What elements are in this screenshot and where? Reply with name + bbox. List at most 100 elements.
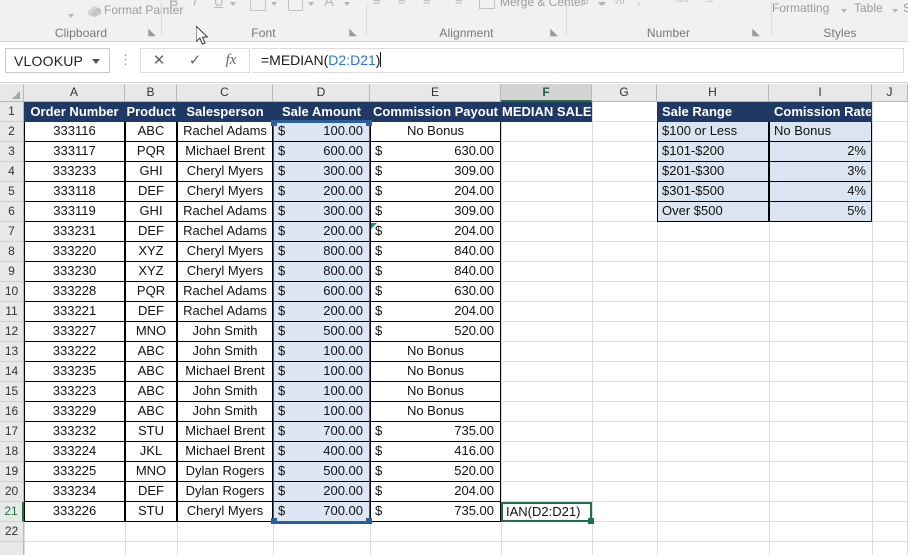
cell-order-number[interactable]: 333229 bbox=[24, 402, 125, 422]
cell-product[interactable]: MNO bbox=[125, 322, 177, 342]
column-header-e[interactable]: E bbox=[370, 84, 501, 102]
cell-commission-payout[interactable]: $520.00 bbox=[370, 462, 501, 482]
cell-product[interactable]: DEF bbox=[125, 222, 177, 242]
select-all-corner[interactable] bbox=[0, 84, 24, 102]
borders-icon[interactable] bbox=[250, 0, 266, 11]
cell-product[interactable]: ABC bbox=[125, 382, 177, 402]
insert-function-icon[interactable]: fx bbox=[213, 49, 249, 72]
cell-product[interactable]: GHI bbox=[125, 202, 177, 222]
cell-salesperson[interactable]: Cheryl Myers bbox=[177, 182, 273, 202]
column-header-j[interactable]: J bbox=[872, 84, 908, 102]
formula-bar-drag-handle[interactable]: ⋮ bbox=[119, 50, 132, 70]
cell-order-number[interactable]: 333222 bbox=[24, 342, 125, 362]
cell-sale-amount[interactable]: $200.00 bbox=[273, 482, 370, 502]
error-indicator-icon[interactable] bbox=[371, 223, 377, 229]
cell-order-number[interactable]: 333233 bbox=[24, 162, 125, 182]
borders-caret-icon[interactable] bbox=[271, 2, 277, 6]
row-header-17[interactable]: 17 bbox=[0, 422, 24, 442]
format-painter-icon[interactable] bbox=[88, 6, 101, 17]
cell-product[interactable]: JKL bbox=[125, 442, 177, 462]
cell-product[interactable]: DEF bbox=[125, 182, 177, 202]
cell-commission-payout[interactable]: $630.00 bbox=[370, 142, 501, 162]
cell-salesperson[interactable]: John Smith bbox=[177, 402, 273, 422]
cell-product[interactable]: PQR bbox=[125, 142, 177, 162]
cell-sale-amount[interactable]: $200.00 bbox=[273, 222, 370, 242]
cell-commission-payout[interactable]: $840.00 bbox=[370, 262, 501, 282]
table-header-c[interactable]: Salesperson bbox=[177, 102, 273, 122]
cell-salesperson[interactable]: Cheryl Myers bbox=[177, 162, 273, 182]
table-header-e[interactable]: Commission Payout bbox=[370, 102, 501, 122]
lookup-cell-sale-range[interactable]: Over $500 bbox=[657, 202, 769, 222]
cell-sale-amount[interactable]: $500.00 bbox=[273, 322, 370, 342]
format-as-table-button[interactable]: Table bbox=[854, 1, 883, 15]
cell-salesperson[interactable]: Rachel Adams bbox=[177, 302, 273, 322]
confirm-edit-icon[interactable]: ✓ bbox=[177, 49, 213, 72]
cell-commission-payout[interactable]: $630.00 bbox=[370, 282, 501, 302]
cancel-edit-icon[interactable]: ✕ bbox=[141, 49, 177, 72]
row-header-19[interactable]: 19 bbox=[0, 462, 24, 482]
row-header-4[interactable]: 4 bbox=[0, 162, 24, 182]
cell-sale-amount[interactable]: $800.00 bbox=[273, 262, 370, 282]
cell-product[interactable]: STU bbox=[125, 422, 177, 442]
row-header-3[interactable]: 3 bbox=[0, 142, 24, 162]
cell-sale-amount[interactable]: $700.00 bbox=[273, 502, 370, 522]
row-header-13[interactable]: 13 bbox=[0, 342, 24, 362]
row-header-5[interactable]: 5 bbox=[0, 182, 24, 202]
cell-order-number[interactable]: 333223 bbox=[24, 382, 125, 402]
cell-salesperson[interactable]: John Smith bbox=[177, 322, 273, 342]
cell-order-number[interactable]: 333119 bbox=[24, 202, 125, 222]
cell-sale-amount[interactable]: $100.00 bbox=[273, 402, 370, 422]
column-header-i[interactable]: I bbox=[769, 84, 872, 102]
cell-order-number[interactable]: 333235 bbox=[24, 362, 125, 382]
table-header-d[interactable]: Sale Amount bbox=[273, 102, 370, 122]
table-caret-icon[interactable] bbox=[892, 9, 898, 13]
cell-commission-payout[interactable]: $416.00 bbox=[370, 442, 501, 462]
cell-commission-payout[interactable]: $735.00 bbox=[370, 502, 501, 522]
cell-commission-payout[interactable]: No Bonus bbox=[370, 342, 501, 362]
cell-commission-payout[interactable]: No Bonus bbox=[370, 382, 501, 402]
cell-sale-amount[interactable]: $400.00 bbox=[273, 442, 370, 462]
underline-button[interactable]: U bbox=[214, 0, 223, 9]
cell-salesperson[interactable]: Michael Brent bbox=[177, 422, 273, 442]
currency-format-button[interactable]: $ bbox=[581, 0, 588, 7]
cell-sale-amount[interactable]: $600.00 bbox=[273, 282, 370, 302]
cell-commission-payout[interactable]: $309.00 bbox=[370, 202, 501, 222]
cell-sale-amount[interactable]: $100.00 bbox=[273, 362, 370, 382]
cell-order-number[interactable]: 333231 bbox=[24, 222, 125, 242]
align-left-icon[interactable]: ≡ bbox=[373, 0, 381, 8]
percent-format-button[interactable]: % bbox=[613, 0, 625, 7]
cell-order-number[interactable]: 333220 bbox=[24, 242, 125, 262]
cell-order-number[interactable]: 333225 bbox=[24, 462, 125, 482]
column-header-g[interactable]: G bbox=[592, 84, 657, 102]
italic-button[interactable]: I bbox=[193, 0, 197, 9]
cell-salesperson[interactable]: Michael Brent bbox=[177, 442, 273, 462]
lookup-cell-sale-range[interactable]: $301-$500 bbox=[657, 182, 769, 202]
table-header-f[interactable]: MEDIAN SALE bbox=[501, 102, 592, 122]
cell-sale-amount[interactable]: $800.00 bbox=[273, 242, 370, 262]
clipboard-more-caret-icon[interactable] bbox=[68, 14, 74, 18]
row-header-23[interactable] bbox=[0, 542, 24, 555]
lookup-header-commission-rate[interactable]: Comission Rate bbox=[769, 102, 872, 122]
cell-salesperson[interactable]: John Smith bbox=[177, 382, 273, 402]
cell-salesperson[interactable]: Dylan Rogers bbox=[177, 482, 273, 502]
cell-order-number[interactable]: 333232 bbox=[24, 422, 125, 442]
cell-styles-button[interactable]: S bbox=[903, 1, 908, 15]
underline-caret-icon[interactable] bbox=[230, 2, 236, 6]
lookup-cell-sale-range[interactable]: $201-$300 bbox=[657, 162, 769, 182]
cell-product[interactable]: ABC bbox=[125, 362, 177, 382]
row-header-20[interactable]: 20 bbox=[0, 482, 24, 502]
cell-order-number[interactable]: 333230 bbox=[24, 262, 125, 282]
lookup-cell-commission-rate[interactable]: No Bonus bbox=[769, 122, 872, 142]
number-dialog-launcher-icon[interactable]: ◣ bbox=[752, 27, 760, 38]
row-header-14[interactable]: 14 bbox=[0, 362, 24, 382]
fill-handle[interactable] bbox=[588, 518, 594, 524]
merge-cells-icon[interactable] bbox=[479, 0, 495, 9]
cell-sale-amount[interactable]: $300.00 bbox=[273, 202, 370, 222]
cell-product[interactable]: DEF bbox=[125, 482, 177, 502]
active-cell-editor[interactable]: IAN(D2:D21) bbox=[501, 502, 594, 524]
column-header-f[interactable]: F bbox=[501, 84, 592, 102]
cell-order-number[interactable]: 333227 bbox=[24, 322, 125, 342]
cell-sale-amount[interactable]: $700.00 bbox=[273, 422, 370, 442]
row-header-18[interactable]: 18 bbox=[0, 442, 24, 462]
spreadsheet-grid[interactable]: ABCDEFGHIJ 1 2 3 4 5 6 7 8 9 10 11 12 13 14 15 16 17 18 19… bbox=[0, 84, 908, 555]
